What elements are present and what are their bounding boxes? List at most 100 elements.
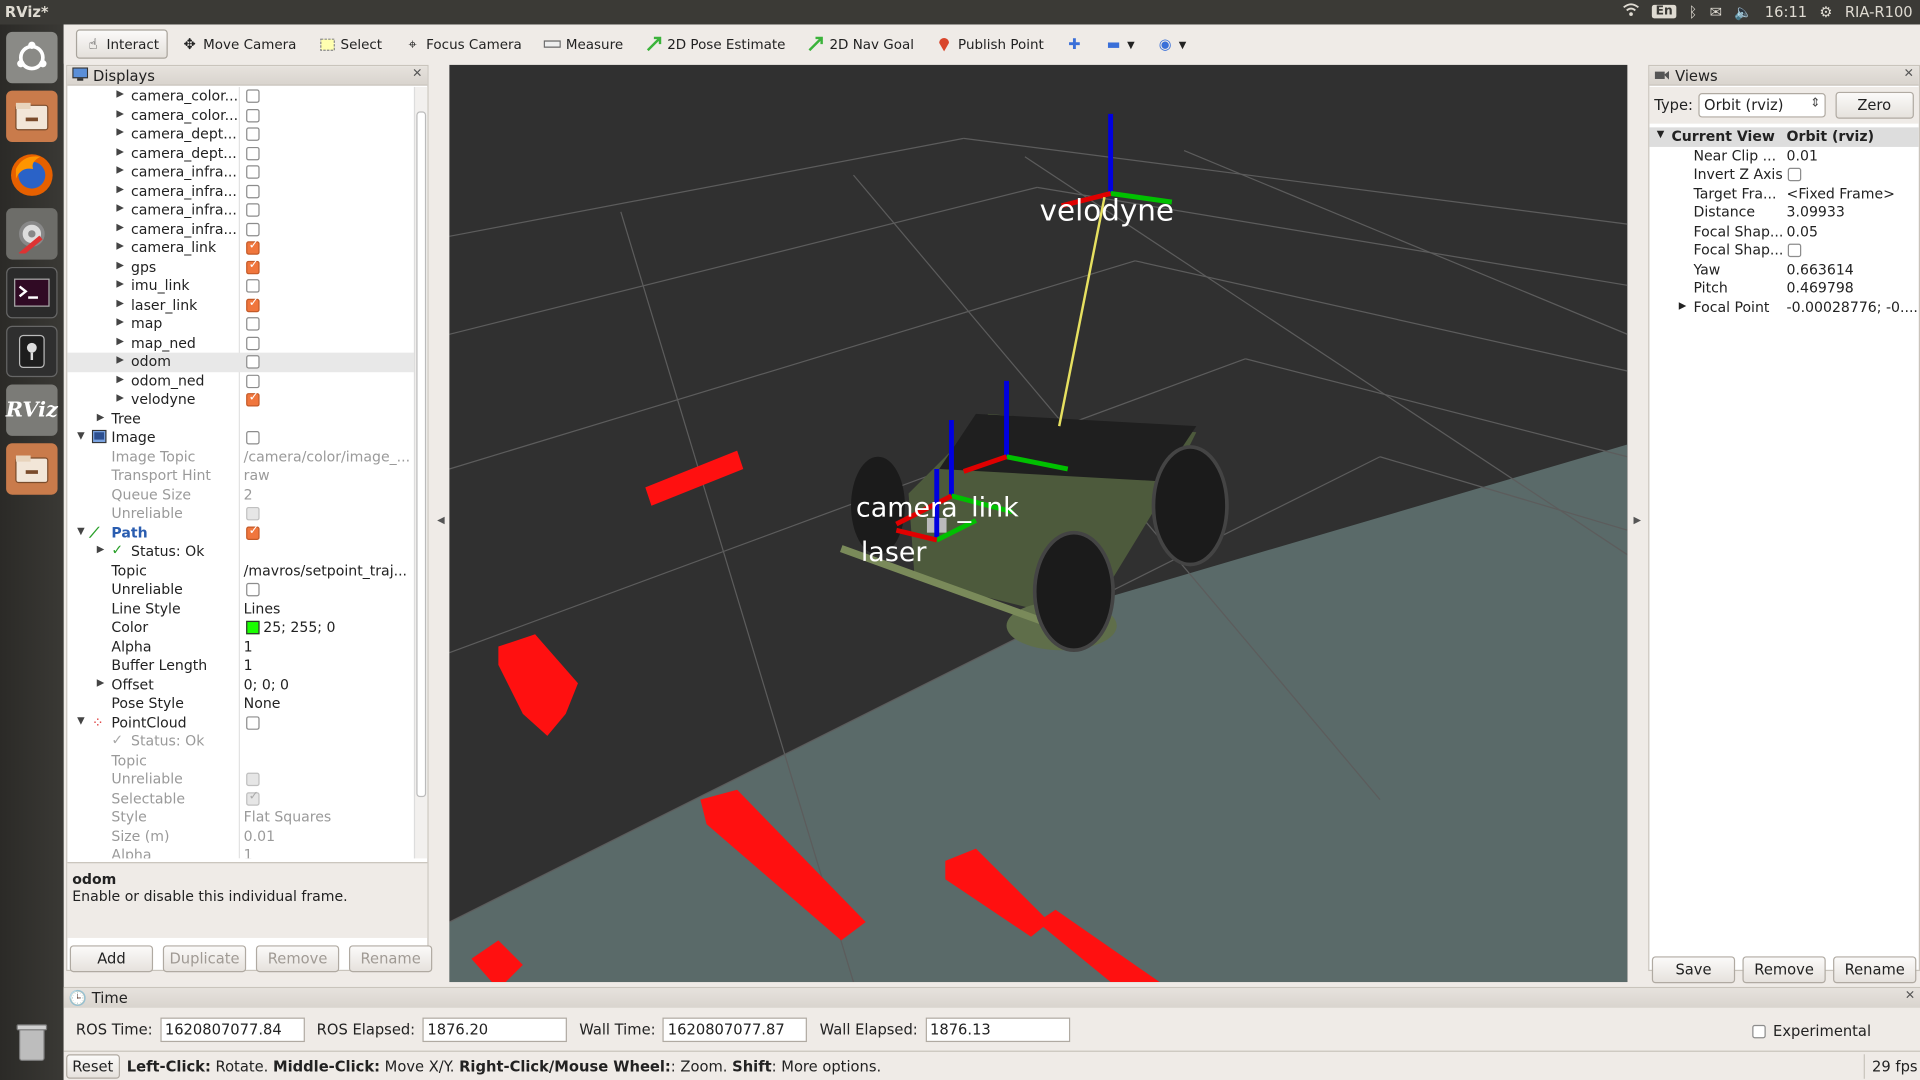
- property-value[interactable]: 1: [244, 846, 253, 858]
- publish-point-tool[interactable]: Publish Point: [927, 29, 1052, 58]
- zero-button[interactable]: Zero: [1835, 91, 1914, 119]
- property-checkbox[interactable]: [246, 789, 260, 806]
- tf-frame-row[interactable]: ▶ camera_infra...: [67, 182, 415, 201]
- property-row[interactable]: Image Topic/camera/color/image_...: [67, 448, 415, 467]
- view-options-button[interactable]: ◉ ▼: [1148, 29, 1195, 58]
- tf-frame-row[interactable]: ▶ camera_color...: [67, 106, 415, 125]
- expand-arrow-icon[interactable]: ▶: [116, 297, 124, 308]
- tf-frame-row[interactable]: ▶ camera_infra...: [67, 201, 415, 220]
- pointcloud-display[interactable]: ▼ ⁘ PointCloud: [67, 713, 415, 732]
- expand-arrow-icon[interactable]: ▶: [116, 354, 124, 365]
- collapse-left-arrow-icon[interactable]: ◀: [437, 514, 445, 525]
- property-row[interactable]: Unreliable: [67, 504, 415, 523]
- tf-frame-checkbox[interactable]: [246, 391, 260, 407]
- displays-tree[interactable]: ▶ camera_color... ▶ camera_color... ▶ camera_…: [67, 86, 416, 859]
- image-enable-checkbox[interactable]: [246, 431, 260, 445]
- property-row[interactable]: Alpha 1: [67, 637, 415, 656]
- expand-arrow-icon[interactable]: ▶: [116, 164, 124, 175]
- tf-frame-row[interactable]: ▶ gps: [67, 258, 415, 277]
- property-value[interactable]: 1: [244, 637, 253, 654]
- view-property-value[interactable]: <Fixed Frame>: [1787, 184, 1895, 201]
- path-display[interactable]: ▼ ⟋ Path: [67, 523, 415, 542]
- app-launcher-icon[interactable]: [6, 325, 58, 378]
- settings-gear-icon[interactable]: ⚙: [1819, 3, 1832, 20]
- add-tool-button[interactable]: ✚: [1057, 29, 1091, 58]
- view-properties[interactable]: ▼ Current View Orbit (rviz) Near Clip ..…: [1649, 127, 1919, 317]
- property-row[interactable]: Size (m) 0.01: [67, 827, 415, 846]
- view-property-value[interactable]: -0.00028776; -0....: [1787, 298, 1918, 315]
- rename-view-button[interactable]: Rename: [1833, 956, 1917, 984]
- expand-arrow-icon[interactable]: ▶: [116, 373, 124, 384]
- collapse-arrow-icon[interactable]: ▼: [77, 430, 85, 441]
- expand-arrow-icon[interactable]: ▶: [116, 183, 124, 194]
- view-property-value[interactable]: 0.05: [1787, 222, 1818, 239]
- expand-arrow-icon[interactable]: ▶: [97, 411, 105, 422]
- property-value[interactable]: /camera/color/image_...: [244, 448, 410, 465]
- wifi-icon[interactable]: [1623, 2, 1640, 20]
- tf-frame-checkbox[interactable]: [246, 374, 260, 388]
- property-value[interactable]: 0.01: [244, 827, 275, 844]
- remove-tool-button[interactable]: ▬ ▼: [1096, 29, 1143, 58]
- wall-time-field[interactable]: 1620807077.87: [662, 1017, 808, 1043]
- tf-frame-checkbox[interactable]: [246, 239, 260, 255]
- expand-arrow-icon[interactable]: ▶: [116, 278, 124, 289]
- view-property-value[interactable]: 3.09933: [1787, 203, 1845, 220]
- view-property-value[interactable]: 0.663614: [1787, 260, 1854, 277]
- nav-goal-tool[interactable]: 2D Nav Goal: [799, 29, 923, 58]
- experimental-toggle[interactable]: Experimental: [1752, 1022, 1871, 1040]
- tf-frame-checkbox[interactable]: [246, 146, 260, 160]
- tf-frame-checkbox[interactable]: [246, 258, 260, 274]
- focus-camera-tool[interactable]: ⌖ Focus Camera: [396, 29, 531, 58]
- terminal-icon[interactable]: [6, 266, 58, 319]
- collapse-arrow-icon[interactable]: ▼: [77, 525, 85, 536]
- expand-arrow-icon[interactable]: ▶: [116, 126, 124, 137]
- path-enable-checkbox[interactable]: [246, 523, 260, 540]
- displays-scrollbar[interactable]: [413, 86, 428, 859]
- tf-frame-checkbox[interactable]: [246, 127, 260, 141]
- add-button[interactable]: Add: [69, 945, 154, 973]
- duplicate-button[interactable]: Duplicate: [162, 945, 247, 973]
- view-property-row[interactable]: Distance 3.09933: [1649, 203, 1918, 222]
- clock[interactable]: 16:11: [1765, 3, 1807, 20]
- rviz-icon[interactable]: RViz: [6, 384, 58, 436]
- property-checkbox[interactable]: [246, 772, 260, 787]
- tf-frame-row[interactable]: ▶ laser_link: [67, 296, 415, 315]
- tf-frame-checkbox[interactable]: [246, 89, 260, 103]
- collapse-right-arrow-icon[interactable]: ▶: [1633, 514, 1641, 525]
- expand-arrow-icon[interactable]: ▶: [116, 88, 124, 99]
- property-value[interactable]: 1: [244, 656, 253, 673]
- keyboard-layout-indicator[interactable]: En: [1651, 4, 1677, 19]
- tf-frame-checkbox[interactable]: [246, 279, 260, 293]
- color-swatch[interactable]: [246, 620, 260, 635]
- property-value[interactable]: 25; 255; 0: [263, 618, 335, 635]
- view-type-select[interactable]: Orbit (rviz): [1697, 93, 1826, 118]
- tf-frame-row[interactable]: ▶ velodyne: [67, 391, 415, 410]
- expand-arrow-icon[interactable]: ▶: [116, 259, 124, 270]
- remove-view-button[interactable]: Remove: [1742, 956, 1826, 984]
- view-property-value[interactable]: 0.469798: [1787, 279, 1854, 296]
- expand-arrow-icon[interactable]: ▶: [116, 221, 124, 232]
- expand-arrow-icon[interactable]: ▶: [116, 316, 124, 327]
- property-row[interactable]: Buffer Length 1: [67, 656, 415, 675]
- view-property-value[interactable]: 0.01: [1787, 146, 1818, 163]
- ubuntu-dash-icon[interactable]: [6, 31, 58, 84]
- collapse-arrow-icon[interactable]: ▼: [1657, 129, 1665, 140]
- property-row[interactable]: Line Style Lines: [67, 599, 415, 618]
- measure-tool[interactable]: Measure: [535, 29, 631, 58]
- view-property-row[interactable]: Invert Z Axis: [1649, 165, 1918, 184]
- trash-icon[interactable]: [6, 1016, 57, 1067]
- firefox-icon[interactable]: [6, 149, 57, 200]
- expand-arrow-icon[interactable]: ▶: [116, 240, 124, 251]
- tf-frame-checkbox[interactable]: [246, 222, 260, 236]
- image-display[interactable]: ▼ Image: [67, 429, 415, 448]
- tf-frame-checkbox[interactable]: [246, 165, 260, 179]
- tf-frame-row[interactable]: ▶ camera_color...: [67, 87, 415, 106]
- pointcloud-status[interactable]: ✓ Status: Ok: [67, 731, 415, 751]
- property-value[interactable]: raw: [244, 467, 270, 484]
- property-checkbox[interactable]: [246, 582, 260, 597]
- remove-button[interactable]: Remove: [255, 945, 340, 973]
- close-icon[interactable]: ✕: [1905, 989, 1915, 1002]
- 3d-render-view[interactable]: velodyne camera_link laser: [449, 64, 1628, 983]
- save-view-button[interactable]: Save: [1651, 956, 1736, 984]
- close-icon[interactable]: ✕: [1904, 67, 1914, 80]
